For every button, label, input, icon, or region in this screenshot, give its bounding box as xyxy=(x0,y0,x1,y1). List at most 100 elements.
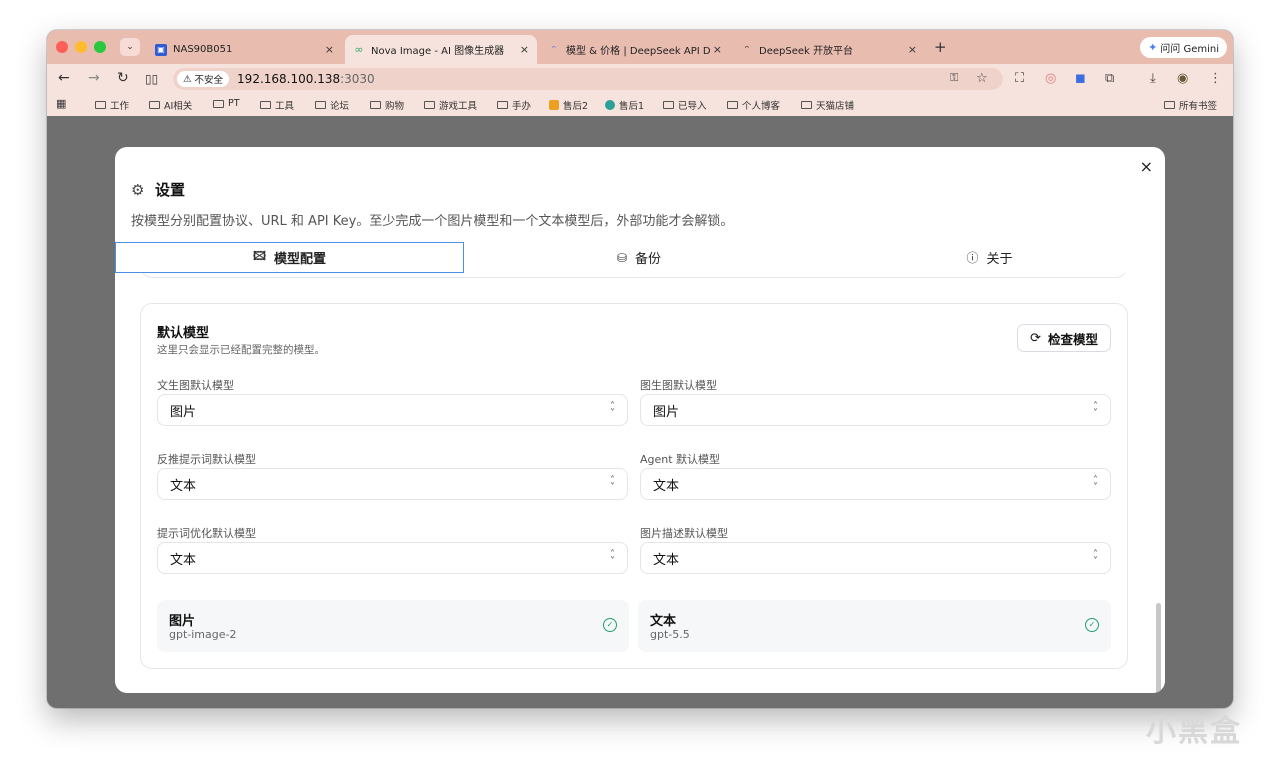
folder-icon xyxy=(370,101,381,109)
menu-icon[interactable]: ⋮ xyxy=(1209,71,1222,86)
chevron-down-icon: ⌄ xyxy=(126,42,134,52)
address-bar[interactable]: ⚠ 不安全 192.168.100.138:3030 xyxy=(173,68,1003,90)
extension-icon[interactable]: ◼ xyxy=(1075,71,1086,86)
puzzle-icon[interactable]: ⧉ xyxy=(1105,71,1114,86)
chevron-up-down-icon: ˄ ˅ xyxy=(610,401,615,419)
watermark: 小黑盒 xyxy=(1146,714,1242,749)
folder-icon xyxy=(424,101,435,109)
insecure-badge[interactable]: ⚠ 不安全 xyxy=(177,71,230,87)
tab-close-icon[interactable]: × xyxy=(713,43,722,56)
bookmarks-bar: ▦ 工作 AI相关 PT 工具 论坛 购物 游戏工具 手办 售后2 售后1 已导… xyxy=(47,94,1233,116)
new-tab-button[interactable]: + xyxy=(934,38,947,56)
field-label: 图生图默认模型 xyxy=(640,379,717,392)
text-to-image-model-select[interactable]: 图片 ˄ ˅ xyxy=(157,394,628,426)
warning-icon: ⚠ xyxy=(183,73,192,85)
folder-icon xyxy=(149,101,160,109)
image-describe-model-select[interactable]: 文本 ˄ ˅ xyxy=(640,542,1111,574)
image-icon: 🖾 xyxy=(252,249,267,263)
page-content: × ⚙ 设置 按模型分别配置协议、URL 和 API Key。至少完成一个图片模… xyxy=(47,116,1233,708)
browser-tab-nova[interactable]: ∞ Nova Image - AI 图像生成器 × xyxy=(345,35,537,64)
bookmark-link[interactable]: 售后1 xyxy=(605,98,644,112)
ask-gemini-button[interactable]: ✦ 问问 Gemini xyxy=(1140,37,1227,58)
extension-icon[interactable]: ◎ xyxy=(1045,71,1056,86)
check-circle-icon: ✓ xyxy=(1085,618,1099,632)
scrollbar[interactable] xyxy=(1156,603,1161,693)
bookmark-folder[interactable]: 购物 xyxy=(370,98,404,112)
reverse-prompt-model-select[interactable]: 文本 ˄ ˅ xyxy=(157,468,628,500)
folder-icon xyxy=(497,101,508,109)
browser-tab-deepseek-pricing[interactable]: ᵔ 模型 & 价格 | DeepSeek API D × xyxy=(540,35,730,64)
folder-icon xyxy=(260,101,271,109)
bookmark-folder[interactable]: 天猫店铺 xyxy=(801,98,854,112)
field-label: 文生图默认模型 xyxy=(157,379,234,392)
refresh-icon: ⟳ xyxy=(1030,330,1041,346)
bookmark-folder[interactable]: AI相关 xyxy=(149,98,192,112)
window-minimize-button[interactable] xyxy=(75,41,87,53)
dialog-description: 按模型分别配置协议、URL 和 API Key。至少完成一个图片模型和一个文本模… xyxy=(131,214,734,229)
download-icon[interactable]: ⤓ xyxy=(1150,71,1156,86)
section-subtitle: 这里只会显示已经配置完整的模型。 xyxy=(157,344,325,356)
field-label: Agent 默认模型 xyxy=(640,453,721,466)
sidebar-toggle-icon[interactable]: ▯▯ xyxy=(145,72,158,86)
folder-icon xyxy=(315,101,326,109)
tab-close-icon[interactable]: × xyxy=(520,43,529,56)
folder-icon xyxy=(1164,101,1175,109)
chevron-up-down-icon: ˄ ˅ xyxy=(1093,549,1098,567)
back-icon[interactable]: ← xyxy=(58,70,70,86)
prompt-optimize-model-select[interactable]: 文本 ˄ ˅ xyxy=(157,542,628,574)
tab-close-icon[interactable]: × xyxy=(908,43,917,56)
image-model-summary: 图片 gpt-image-2 ✓ xyxy=(157,600,629,652)
tab-backup[interactable]: ⛁ 备份 xyxy=(464,242,814,273)
browser-tab-nas[interactable]: ▣ NAS90B051 × xyxy=(147,35,342,64)
nova-icon: ∞ xyxy=(354,43,364,56)
check-models-button[interactable]: ⟳ 检查模型 xyxy=(1017,324,1111,352)
check-circle-icon: ✓ xyxy=(603,618,617,632)
window-zoom-button[interactable] xyxy=(94,41,106,53)
bookmark-folder[interactable]: 工具 xyxy=(260,98,294,112)
browser-toolbar: ← → ↻ ▯▯ ⚠ 不安全 192.168.100.138:3030 ⚿ ☆ ⛶… xyxy=(47,64,1233,94)
settings-dialog: × ⚙ 设置 按模型分别配置协议、URL 和 API Key。至少完成一个图片模… xyxy=(115,147,1165,693)
browser-tab-deepseek-platform[interactable]: ᵔ DeepSeek 开放平台 × xyxy=(733,35,925,64)
bookmark-folder[interactable]: 工作 xyxy=(95,98,129,112)
bookmark-star-icon[interactable]: ☆ xyxy=(976,71,988,86)
browser-window: ⌄ ▣ NAS90B051 × ∞ Nova Image - AI 图像生成器 … xyxy=(47,30,1233,708)
chevron-up-down-icon: ˄ ˅ xyxy=(610,549,615,567)
bookmark-folder[interactable]: PT xyxy=(213,98,240,109)
deepseek-icon: ᵔ xyxy=(551,43,557,56)
tab-close-icon[interactable]: × xyxy=(325,43,334,56)
section-title: 默认模型 xyxy=(157,326,210,341)
bookmark-folder[interactable]: 个人博客 xyxy=(727,98,780,112)
nas-icon: ▣ xyxy=(155,43,167,56)
extension-icon[interactable]: ⛶ xyxy=(1015,71,1024,86)
password-key-icon[interactable]: ⚿ xyxy=(950,71,958,85)
field-label: 提示词优化默认模型 xyxy=(157,527,256,540)
tab-about[interactable]: ⓘ 关于 xyxy=(814,242,1165,273)
all-bookmarks-folder[interactable]: 所有书签 xyxy=(1164,98,1217,112)
apps-grid-icon[interactable]: ▦ xyxy=(56,97,66,110)
bookmark-link[interactable]: 售后2 xyxy=(549,98,588,112)
tab-model-config[interactable]: 🖾 模型配置 xyxy=(115,242,464,273)
default-models-card: 默认模型 这里只会显示已经配置完整的模型。 ⟳ 检查模型 文生图默认模型 图片 … xyxy=(140,303,1128,669)
bookmark-folder[interactable]: 论坛 xyxy=(315,98,349,112)
folder-icon xyxy=(95,101,106,109)
tab-strip: ⌄ ▣ NAS90B051 × ∞ Nova Image - AI 图像生成器 … xyxy=(47,30,1233,64)
avatar[interactable]: ◉ xyxy=(1177,71,1188,86)
image-to-image-model-select[interactable]: 图片 ˄ ˅ xyxy=(640,394,1111,426)
chevron-up-down-icon: ˄ ˅ xyxy=(610,475,615,493)
field-label: 反推提示词默认模型 xyxy=(157,453,256,466)
bookmark-folder[interactable]: 手办 xyxy=(497,98,531,112)
info-icon: ⓘ xyxy=(966,251,979,265)
settings-scroll-area[interactable]: 默认模型 这里只会显示已经配置完整的模型。 ⟳ 检查模型 文生图默认模型 图片 … xyxy=(115,273,1165,693)
database-icon: ⛁ xyxy=(616,250,628,265)
gemini-icon: ✦ xyxy=(1148,41,1158,54)
text-model-summary: 文本 gpt-5.5 ✓ xyxy=(638,600,1111,652)
agent-model-select[interactable]: 文本 ˄ ˅ xyxy=(640,468,1111,500)
bookmark-folder[interactable]: 游戏工具 xyxy=(424,98,477,112)
bookmark-folder[interactable]: 已导入 xyxy=(663,98,707,112)
forward-icon[interactable]: → xyxy=(88,70,100,86)
folder-icon xyxy=(727,101,738,109)
reload-icon[interactable]: ↻ xyxy=(117,70,129,86)
close-icon[interactable]: × xyxy=(1140,157,1153,176)
window-close-button[interactable] xyxy=(56,41,68,53)
tab-search-button[interactable]: ⌄ xyxy=(120,38,140,56)
